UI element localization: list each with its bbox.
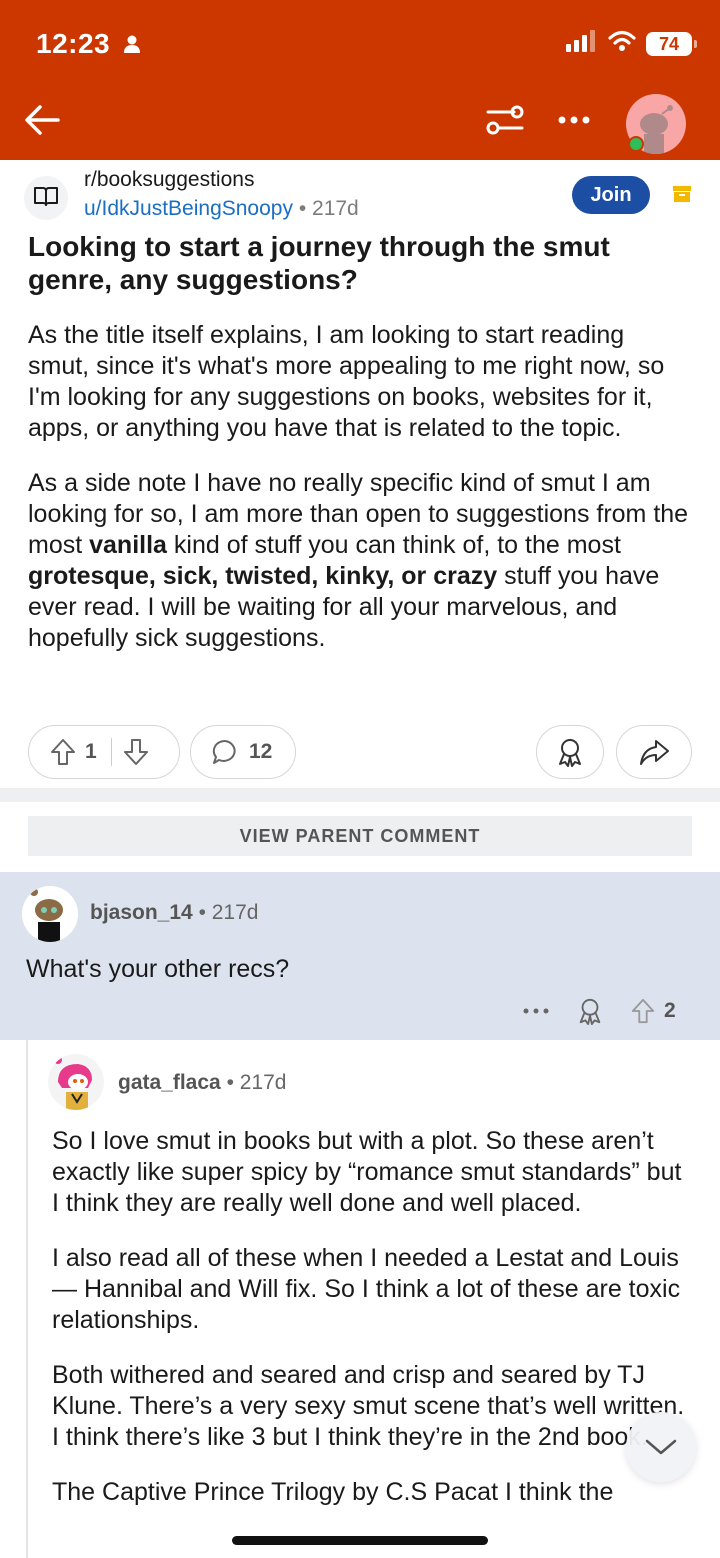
comment-bubble-icon [211, 738, 239, 766]
reply-paragraph: The Captive Prince Trilogy by C.S Pacat … [52, 1478, 614, 1506]
commenter-avatar[interactable] [48, 1054, 104, 1110]
post-age: 217d [312, 197, 359, 220]
comment-meta: gata_flaca • 217d [118, 1071, 286, 1095]
separator-dot: • [198, 901, 212, 924]
status-indicators: 74 [566, 30, 697, 57]
award-button[interactable] [536, 725, 604, 779]
comment-meta: bjason_14 • 217d [90, 901, 258, 925]
scroll-down-button[interactable] [626, 1412, 696, 1482]
vote-divider [110, 738, 113, 766]
signal-icon [566, 30, 598, 57]
more-options-icon[interactable] [522, 1006, 550, 1016]
commenter-avatar[interactable] [22, 886, 78, 942]
award-icon[interactable] [576, 996, 604, 1026]
post-body: As the title itself explains, I am looki… [28, 320, 692, 678]
thread-line[interactable] [26, 1040, 28, 1558]
status-time: 12:23 [36, 28, 111, 59]
reply-paragraph: Both withered and seared and crisp and s… [52, 1361, 685, 1451]
reply-body: So I love smut in books but with a plot.… [52, 1126, 692, 1532]
upvote-icon[interactable] [49, 737, 77, 767]
separator-dot: • [298, 197, 313, 220]
share-button[interactable] [616, 725, 692, 779]
comment-vote-count: 2 [664, 999, 676, 1022]
vote-count: 1 [85, 740, 97, 763]
book-icon [33, 185, 59, 212]
share-arrow-icon [638, 737, 670, 767]
section-separator [0, 788, 720, 802]
view-parent-comment-button[interactable]: VIEW PARENT COMMENT [28, 816, 692, 856]
bold-text: vanilla [89, 531, 167, 559]
home-indicator [232, 1536, 488, 1545]
subreddit-icon[interactable] [24, 176, 68, 220]
post-paragraph: As a side note I have no really specific… [28, 468, 692, 654]
more-icon[interactable] [556, 104, 596, 141]
person-icon [122, 34, 142, 59]
top-bar: 12:23 74 [0, 0, 720, 160]
post-author[interactable]: u/IdkJustBeingSnoopy [84, 197, 293, 220]
post-paragraph: As the title itself explains, I am looki… [28, 321, 665, 442]
comment-text: What's your other recs? [26, 955, 290, 983]
chevron-down-icon [644, 1437, 678, 1457]
comments-button[interactable]: 12 [190, 725, 296, 779]
join-button[interactable]: Join [572, 176, 650, 214]
bold-text: grotesque, sick, twisted, kinky, or craz… [28, 562, 498, 590]
post-author-line: u/IdkJustBeingSnoopy • 217d [84, 197, 359, 221]
comment-username[interactable]: bjason_14 [90, 901, 193, 924]
back-arrow-icon[interactable] [22, 100, 62, 145]
reply-paragraph: I also read all of these when I needed a… [52, 1244, 681, 1334]
wifi-icon [608, 30, 636, 57]
comment-username[interactable]: gata_flaca [118, 1071, 221, 1094]
comment-count: 12 [249, 740, 273, 763]
subreddit-name[interactable]: r/booksuggestions [84, 168, 254, 192]
text-run: kind of stuff you can think of, to the m… [166, 531, 621, 559]
downvote-icon[interactable] [122, 737, 150, 767]
comment-vote: 2 [630, 997, 676, 1025]
filter-icon[interactable] [484, 100, 526, 145]
separator-dot: • [226, 1071, 240, 1094]
award-icon [555, 736, 585, 768]
vote-control: 1 [28, 725, 180, 779]
comment-age: 217d [239, 1071, 287, 1094]
post-title: Looking to start a journey through the s… [28, 231, 610, 295]
comment-actions: 2 [522, 996, 676, 1026]
archive-icon [672, 184, 692, 209]
battery-indicator: 74 [646, 31, 697, 56]
upvote-icon[interactable] [630, 997, 656, 1025]
reply-paragraph: So I love smut in books but with a plot.… [52, 1127, 682, 1217]
comment-age: 217d [211, 901, 259, 924]
online-status-dot [628, 136, 644, 152]
